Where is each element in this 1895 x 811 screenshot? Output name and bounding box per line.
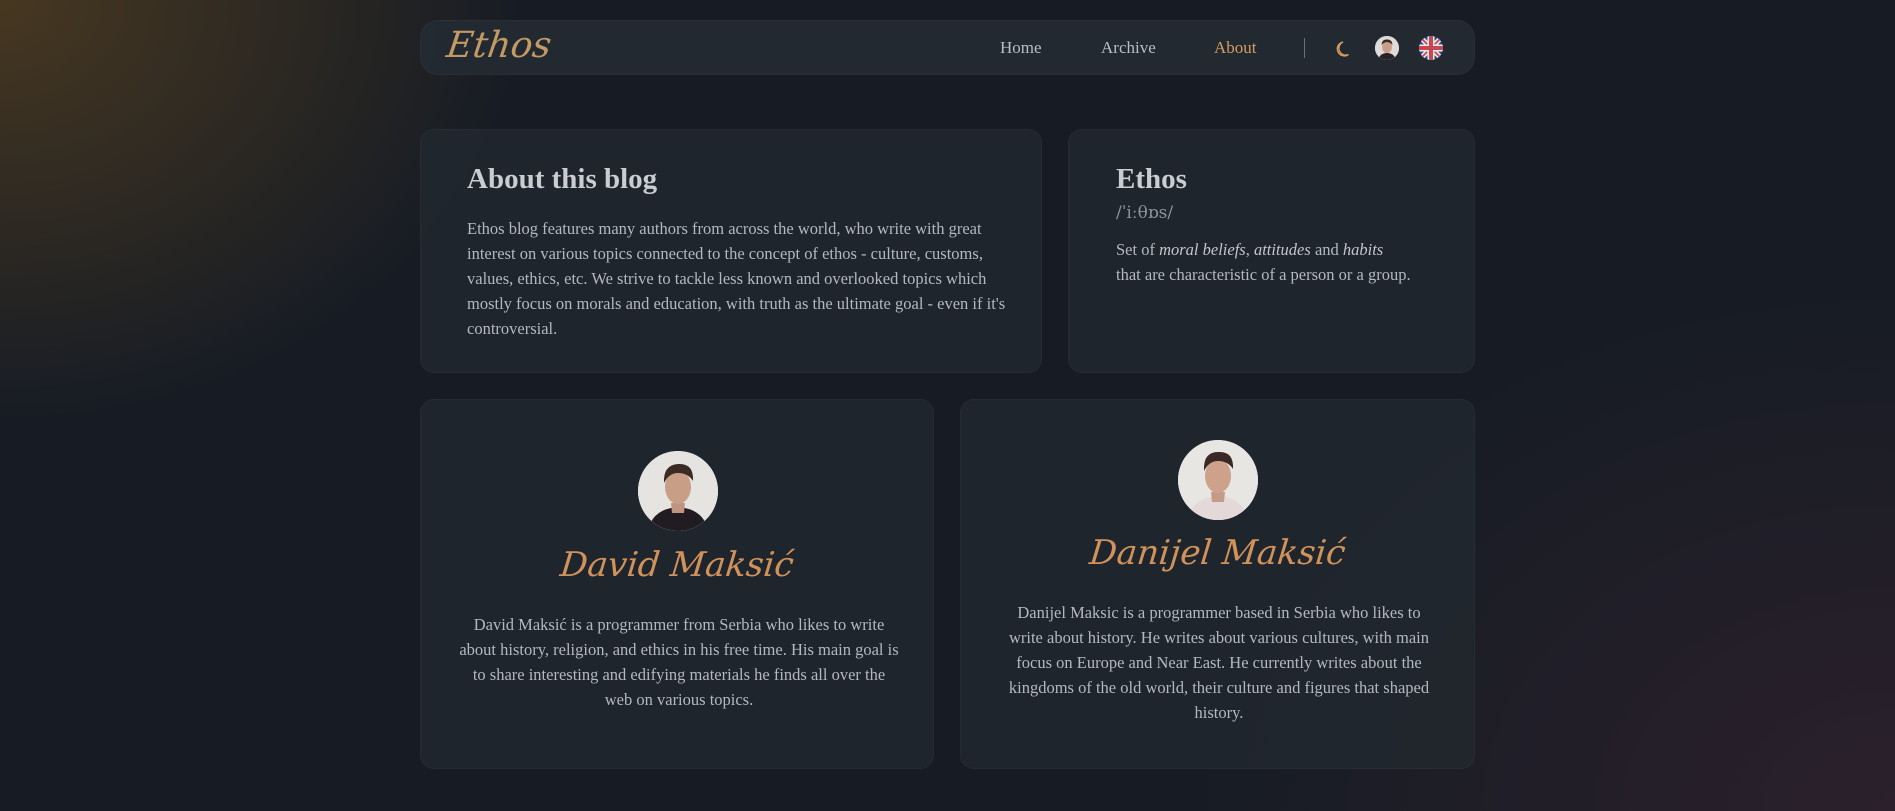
about-text: Ethos blog features many authors from ac… bbox=[467, 219, 1006, 338]
author-card-david: David Maksić David Maksić is a programme… bbox=[420, 399, 934, 769]
moon-icon[interactable] bbox=[1334, 38, 1356, 60]
author-name: David Maksić bbox=[558, 545, 796, 585]
author-name: Danijel Maksić bbox=[1087, 533, 1348, 573]
definition-em-attitudes: attitudes bbox=[1253, 240, 1311, 259]
about-card: About this blog Ethos blog features many… bbox=[420, 129, 1042, 373]
definition-text: Set of moral beliefs, attitudes and habi… bbox=[1116, 237, 1456, 287]
definition-prefix: Set of bbox=[1116, 240, 1160, 259]
uk-flag-icon[interactable] bbox=[1419, 36, 1443, 60]
nav-divider bbox=[1304, 38, 1305, 58]
about-title: About this blog bbox=[467, 163, 658, 195]
author-card-danijel: Danijel Maksić Danijel Maksic is a progr… bbox=[960, 399, 1475, 769]
author-avatar bbox=[638, 451, 718, 531]
nav-link-home[interactable]: Home bbox=[1000, 38, 1042, 58]
navbar: Ethos Home Archive About bbox=[420, 20, 1475, 75]
nav-link-archive[interactable]: Archive bbox=[1101, 38, 1156, 58]
definition-sep2: and bbox=[1310, 240, 1343, 259]
definition-em-moral-beliefs: moral beliefs bbox=[1159, 240, 1246, 259]
site-logo[interactable]: Ethos bbox=[444, 25, 554, 66]
author-bio: David Maksić is a programmer from Serbia… bbox=[459, 615, 899, 709]
nav-link-about[interactable]: About bbox=[1214, 38, 1257, 58]
definition-sep1: , bbox=[1245, 240, 1254, 259]
definition-term: Ethos bbox=[1116, 163, 1187, 195]
definition-em-habits: habits bbox=[1342, 240, 1384, 259]
definition-pronunciation: /ˈiːθɒs/ bbox=[1116, 203, 1174, 223]
definition-card: Ethos /ˈiːθɒs/ Set of moral beliefs, att… bbox=[1068, 129, 1475, 373]
author-avatar bbox=[1178, 440, 1258, 520]
user-avatar[interactable] bbox=[1375, 36, 1399, 60]
definition-suffix: that are characteristic of a person or a… bbox=[1116, 265, 1411, 284]
author-bio: Danijel Maksic is a programmer based in … bbox=[1008, 603, 1430, 722]
